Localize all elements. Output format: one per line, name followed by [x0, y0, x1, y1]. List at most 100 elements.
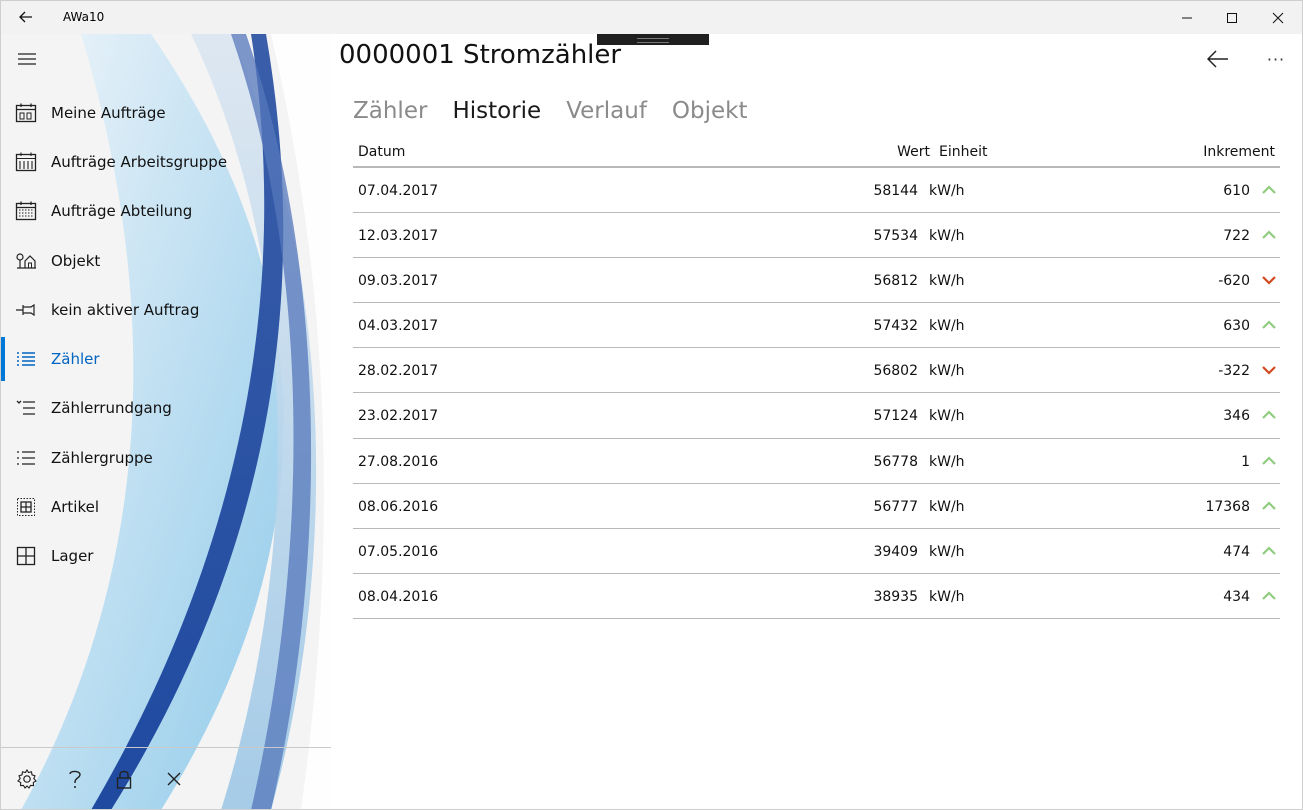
trend-down-icon: [1260, 363, 1278, 377]
table-row[interactable]: 07.04.2017 58144 kW/h 610: [353, 168, 1280, 214]
cell-increment: -620: [1218, 273, 1250, 290]
table-row[interactable]: 07.05.2016 39409 kW/h 474: [353, 529, 1280, 574]
table-body: 07.04.2017 58144 kW/h 610 12.03.2017 57534 kW/…: [353, 168, 1280, 619]
column-header-increment[interactable]: Inkrement: [1203, 144, 1275, 160]
sidebar-item-objekt[interactable]: Objekt: [1, 236, 331, 285]
cell-date: 23.02.2017: [358, 408, 439, 425]
trend-up-icon: [1260, 183, 1278, 197]
hamburger-icon: [18, 53, 36, 65]
app-window: AWa10 Meine Aufträge Aufträge Arbeitsgru…: [0, 0, 1303, 810]
cell-value: 38935: [873, 588, 918, 605]
tab-objekt[interactable]: Objekt: [672, 98, 748, 124]
trend-up-icon: [1260, 228, 1278, 242]
sidebar-item-kein-aktiver-auftrag[interactable]: kein aktiver Auftrag: [1, 285, 331, 334]
tab-historie[interactable]: Historie: [452, 98, 541, 124]
column-header-date[interactable]: Datum: [358, 144, 405, 160]
tab-zaehler[interactable]: Zähler: [353, 98, 427, 124]
trend-up-icon: [1260, 454, 1278, 468]
building-icon: [15, 250, 37, 272]
sidebar-item-label: kein aktiver Auftrag: [51, 300, 200, 319]
cell-increment: 17368: [1205, 498, 1250, 515]
back-button[interactable]: [1203, 46, 1233, 72]
sidebar-item-lager[interactable]: Lager: [1, 532, 331, 581]
sidebar-item-auftraege-arbeitsgruppe[interactable]: Aufträge Arbeitsgruppe: [1, 137, 331, 186]
maximize-button[interactable]: [1209, 1, 1255, 34]
close-window-button[interactable]: [1255, 1, 1301, 34]
sidebar-item-zaehlergruppe[interactable]: Zählergruppe: [1, 433, 331, 482]
tab-verlauf[interactable]: Verlauf: [566, 98, 647, 124]
back-arrow-icon: [19, 11, 32, 23]
cell-increment: 630: [1223, 318, 1250, 335]
cell-value: 56778: [873, 453, 918, 470]
table-row[interactable]: 23.02.2017 57124 kW/h 346: [353, 393, 1280, 439]
logout-close-button[interactable]: [161, 766, 187, 792]
column-header-value[interactable]: Wert: [897, 144, 930, 160]
cell-increment: 346: [1223, 408, 1250, 425]
lock-icon: [116, 770, 132, 789]
cell-unit: kW/h: [929, 453, 965, 470]
cell-value: 57534: [873, 228, 918, 245]
cell-value: 56777: [873, 498, 918, 515]
cell-date: 08.04.2016: [358, 588, 439, 605]
settings-button[interactable]: [14, 766, 40, 792]
sidebar-item-artikel[interactable]: Artikel: [1, 482, 331, 531]
tab-bar: Zähler Historie Verlauf Objekt: [353, 98, 773, 124]
sidebar-item-label: Zählerrundgang: [51, 399, 172, 418]
sidebar-item-label: Zählergruppe: [51, 448, 153, 467]
sidebar-item-label: Lager: [51, 547, 94, 566]
cell-value: 39409: [873, 543, 918, 560]
column-header-unit[interactable]: Einheit: [939, 144, 987, 160]
cell-unit: kW/h: [929, 408, 965, 425]
table-row[interactable]: 28.02.2017 56802 kW/h -322: [353, 348, 1280, 394]
sidebar-item-meine-auftraege[interactable]: Meine Aufträge: [1, 88, 331, 137]
grid-icon: [15, 496, 37, 518]
sidebar-item-label: Zähler: [51, 350, 100, 369]
cell-date: 12.03.2017: [358, 228, 439, 245]
table-row[interactable]: 27.08.2016 56778 kW/h 1: [353, 439, 1280, 484]
cell-date: 04.03.2017: [358, 318, 439, 335]
grid-icon: [15, 545, 37, 567]
table-row[interactable]: 09.03.2017 56812 kW/h -620: [353, 258, 1280, 304]
cell-unit: kW/h: [929, 273, 965, 290]
cell-increment: 722: [1223, 228, 1250, 245]
cell-date: 28.02.2017: [358, 363, 439, 380]
cell-increment: 474: [1223, 543, 1250, 560]
maximize-icon: [1227, 12, 1237, 23]
sidebar-item-label: Meine Aufträge: [51, 103, 166, 122]
cell-unit: kW/h: [929, 363, 965, 380]
calendar-icon: [15, 102, 37, 124]
minimize-button[interactable]: [1164, 1, 1210, 34]
sidebar-item-auftraege-abteilung[interactable]: Aufträge Abteilung: [1, 187, 331, 236]
page-title: 0000001 Stromzähler: [339, 40, 622, 70]
pin-icon: [15, 299, 37, 321]
sidebar-nav: Meine Aufträge Aufträge Arbeitsgruppe Au…: [1, 88, 331, 581]
gear-icon: [17, 768, 37, 789]
more-options-button[interactable]: ···: [1261, 46, 1291, 72]
calendar-icon: [15, 151, 37, 173]
lock-button[interactable]: [111, 766, 137, 792]
list-icon: [15, 447, 37, 469]
cell-value: 56812: [873, 273, 918, 290]
trend-down-icon: [1260, 273, 1278, 287]
minimize-icon: [1182, 17, 1192, 18]
cell-unit: kW/h: [929, 183, 965, 199]
cell-date: 07.05.2016: [358, 543, 439, 560]
cell-unit: kW/h: [929, 498, 965, 515]
table-row[interactable]: 12.03.2017 57534 kW/h 722: [353, 213, 1280, 259]
cell-value: 58144: [873, 183, 918, 199]
table-row[interactable]: 08.04.2016 38935 kW/h 434: [353, 574, 1280, 619]
sidebar-item-label: Aufträge Arbeitsgruppe: [51, 152, 228, 171]
list-icon: [15, 397, 37, 419]
hamburger-menu-button[interactable]: [13, 46, 41, 72]
help-button[interactable]: [62, 766, 88, 792]
cell-date: 27.08.2016: [358, 453, 439, 470]
cell-unit: kW/h: [929, 318, 965, 335]
sidebar-item-zaehler[interactable]: Zähler: [1, 334, 331, 383]
cell-date: 08.06.2016: [358, 498, 439, 515]
trend-up-icon: [1260, 499, 1278, 513]
titlebar-back-button[interactable]: [11, 5, 41, 29]
table-row[interactable]: 04.03.2017 57432 kW/h 630: [353, 303, 1280, 349]
back-arrow-icon: [1207, 50, 1228, 68]
table-row[interactable]: 08.06.2016 56777 kW/h 17368: [353, 484, 1280, 529]
sidebar-item-zaehlerrundgang[interactable]: Zählerrundgang: [1, 384, 331, 433]
